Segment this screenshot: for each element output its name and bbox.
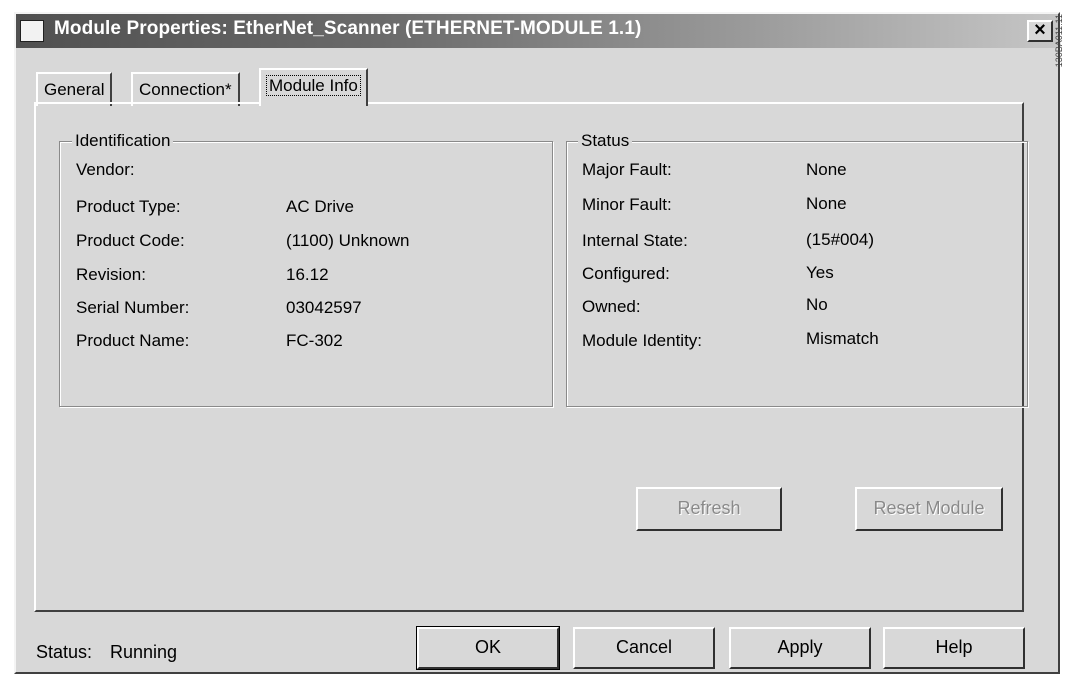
major-fault-label: Major Fault: [582,160,672,179]
product-type-label: Product Type: [76,197,181,216]
status-label: Status: [36,642,93,662]
window-icon [20,20,44,42]
vendor-label: Vendor: [76,160,135,179]
product-name-value: FC-302 [286,331,343,350]
ok-button[interactable]: OK [416,626,560,670]
owned-label: Owned: [582,297,641,316]
module-identity-value: Mismatch [806,329,879,348]
reset-module-button[interactable]: Reset Module [855,487,1003,531]
revision-label: Revision: [76,265,146,284]
identification-legend: Identification [72,132,174,150]
apply-button[interactable]: Apply [729,627,871,669]
product-code-label: Product Code: [76,231,185,250]
figure-code: 130BA011.11 [1054,14,1064,68]
product-code-value: (1100) Unknown [286,231,410,250]
close-button[interactable]: × [1027,20,1053,42]
minor-fault-label: Minor Fault: [582,195,672,214]
module-identity-label: Module Identity: [582,331,703,350]
tab-general[interactable]: General [36,72,113,106]
owned-value: No [806,295,828,314]
refresh-button[interactable]: Refresh [636,487,782,531]
revision-value: 16.12 [286,265,329,284]
internal-state-value: (15#004) [806,230,875,249]
tab-module-info[interactable]: Module Info [259,68,368,106]
status-value: Running [110,642,178,662]
configured-value: Yes [806,263,834,282]
cancel-button[interactable]: Cancel [573,627,715,669]
minor-fault-value: None [806,194,847,213]
serial-number-label: Serial Number: [76,298,190,317]
help-button[interactable]: Help [883,627,1025,669]
window-title: Module Properties: EtherNet_Scanner (ETH… [54,18,642,39]
major-fault-value: None [806,160,847,179]
tab-connection[interactable]: Connection* [131,72,240,106]
product-type-value: AC Drive [286,197,355,216]
status-legend: Status [578,132,633,150]
close-icon: × [1034,19,1046,41]
serial-number-value: 03042597 [286,298,362,317]
internal-state-label: Internal State: [582,231,688,250]
configured-label: Configured: [582,264,670,283]
product-name-label: Product Name: [76,331,190,350]
